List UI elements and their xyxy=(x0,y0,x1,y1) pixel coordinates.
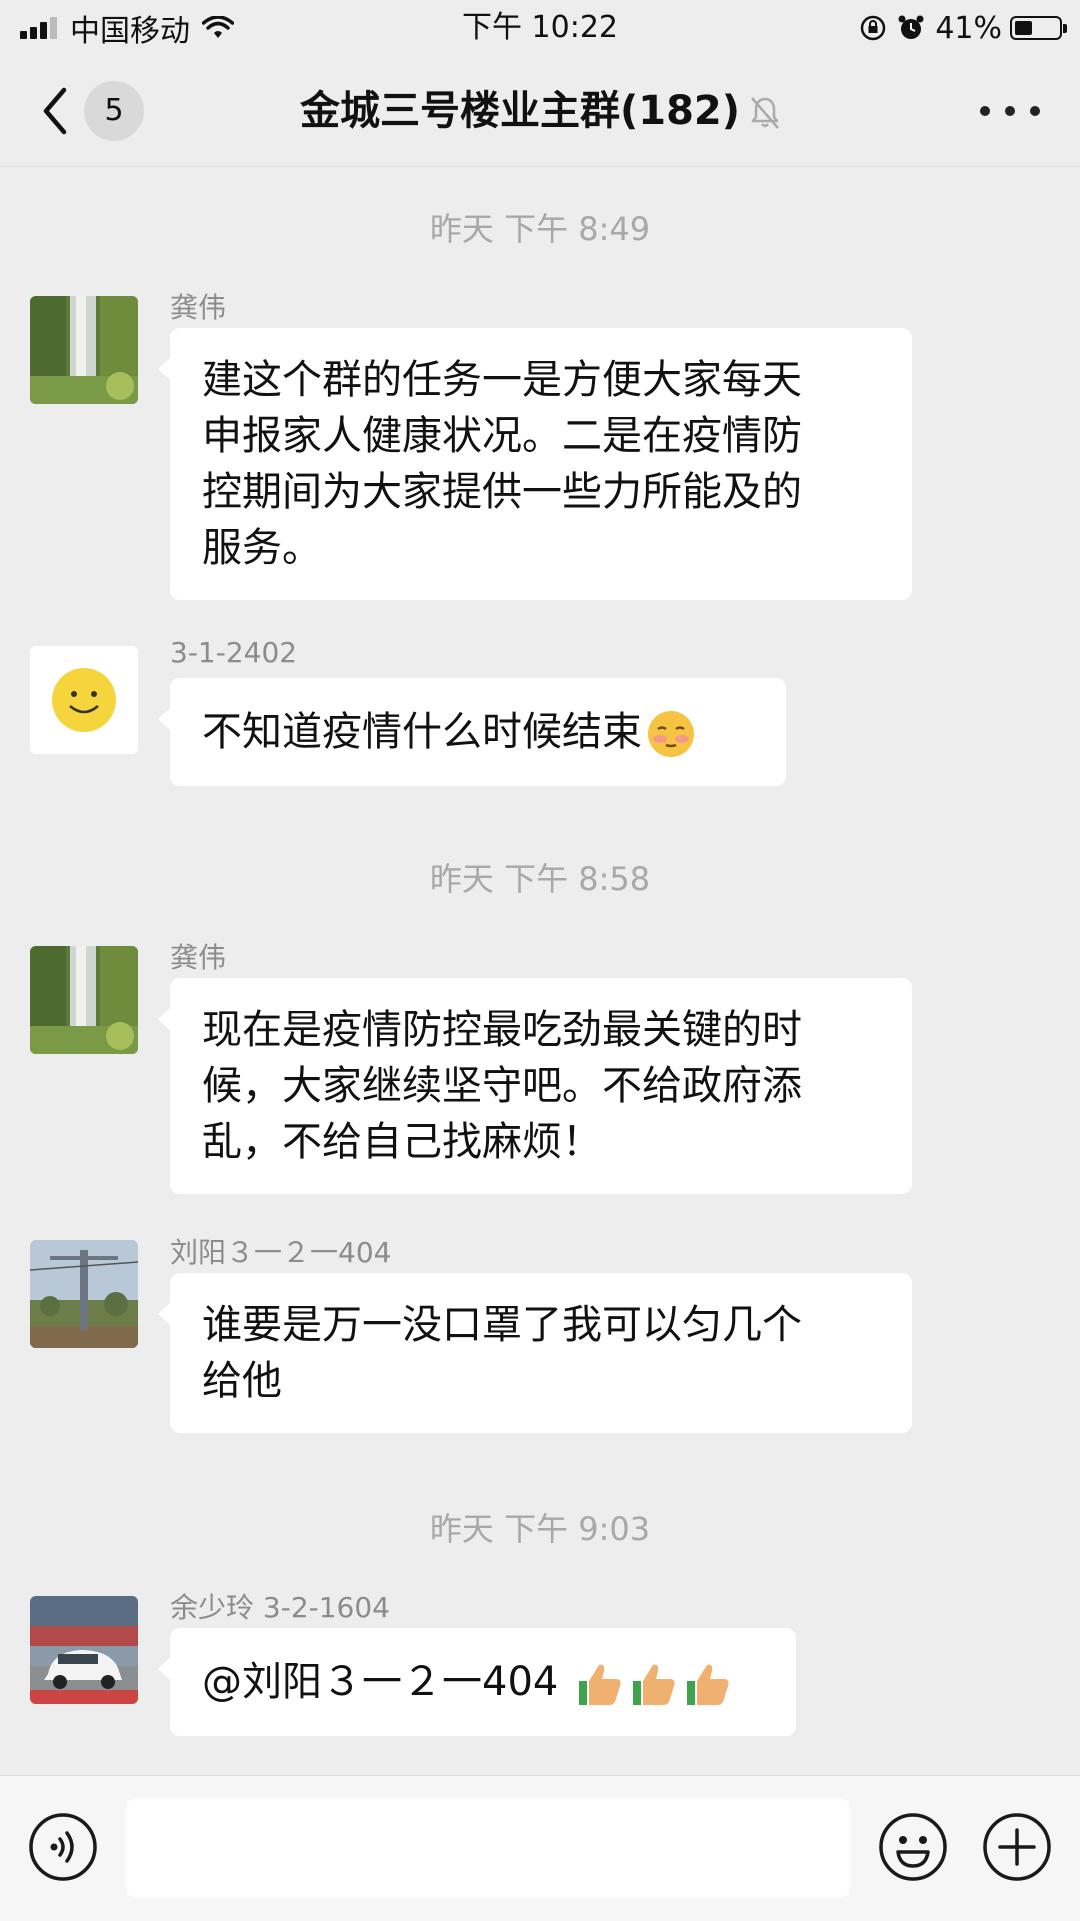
waterfall-avatar-image xyxy=(30,946,138,1054)
message-bubble[interactable]: 谁要是万一没口罩了我可以匀几个 给他 xyxy=(158,1273,912,1433)
cable-car-avatar-image xyxy=(30,1240,138,1348)
thumbs-up-icon xyxy=(687,1664,729,1705)
sender-name: 龚伟 xyxy=(170,941,227,974)
dot-icon xyxy=(980,106,990,116)
alarm-icon xyxy=(898,15,924,39)
emoji-button[interactable] xyxy=(878,1812,948,1882)
message-input[interactable] xyxy=(126,1798,850,1898)
avatar[interactable] xyxy=(30,1240,138,1348)
message-bubble[interactable]: @刘阳３一２一404 xyxy=(158,1628,796,1736)
status-bar: 中国移动 下午 10:22 41% xyxy=(0,0,1080,56)
white-car-avatar-image xyxy=(30,1596,138,1704)
waterfall-avatar-image xyxy=(30,296,138,404)
message-input-bar xyxy=(0,1775,1080,1921)
voice-icon xyxy=(29,1813,97,1881)
status-right: 41% xyxy=(859,8,1067,48)
sender-name: 龚伟 xyxy=(170,291,227,324)
avatar[interactable] xyxy=(30,946,138,1054)
battery-percent: 41% xyxy=(935,10,1002,46)
flushed-face-emoji-icon xyxy=(648,711,694,757)
message-text: 不知道疫情什么时候结束 xyxy=(202,709,642,755)
rotation-lock-icon xyxy=(861,15,886,41)
mute-bell-icon xyxy=(751,97,779,129)
emoji-icon xyxy=(879,1813,947,1881)
battery-tip xyxy=(1063,24,1067,33)
message-line: 建这个群的任务一是方便大家每天 xyxy=(202,357,802,403)
mention-text: @刘阳３一２一404 xyxy=(202,1659,572,1705)
message-line: 候，大家继续坚守吧。不给政府添 xyxy=(202,1063,802,1109)
thumbs-up-icon xyxy=(579,1664,621,1705)
sender-name: 余少玲 3-2-1604 xyxy=(170,1591,390,1624)
battery-level xyxy=(1015,21,1032,35)
battery-icon xyxy=(1010,16,1067,40)
more-options-button[interactable] xyxy=(980,96,1040,126)
smiley-face-avatar-image xyxy=(30,646,138,754)
message-line: 服务。 xyxy=(202,525,322,571)
message-bubble[interactable]: 建这个群的任务一是方便大家每天 申报家人健康状况。二是在疫情防 控期间为大家提供… xyxy=(158,328,912,600)
voice-input-button[interactable] xyxy=(28,1812,98,1882)
plus-icon xyxy=(983,1813,1051,1881)
message-line: 申报家人健康状况。二是在疫情防 xyxy=(202,413,802,459)
avatar[interactable] xyxy=(30,1596,138,1704)
sender-name: 3-1-2402 xyxy=(170,636,298,669)
message-line: 谁要是万一没口罩了我可以匀几个 xyxy=(202,1302,802,1348)
message-line: 现在是疫情防控最吃劲最关键的时 xyxy=(202,1007,802,1053)
dot-icon xyxy=(1030,106,1040,116)
message-bubble[interactable]: 现在是疫情防控最吃劲最关键的时 候，大家继续坚守吧。不给政府添 乱，不给自己找麻… xyxy=(158,978,912,1194)
sender-name: 刘阳３一２一404 xyxy=(170,1236,392,1269)
avatar[interactable] xyxy=(30,646,138,754)
message-bubble[interactable]: 不知道疫情什么时候结束 xyxy=(158,678,786,786)
dot-icon xyxy=(1005,106,1015,116)
page-title: 金城三号楼业主群(182) xyxy=(0,84,1080,138)
thumbs-up-icon xyxy=(633,1664,675,1705)
chat-title-text: 金城三号楼业主群(182) xyxy=(299,88,741,134)
chat-title-bar: 5 金城三号楼业主群(182) xyxy=(0,56,1080,167)
avatar[interactable] xyxy=(30,296,138,404)
message-timestamp: 昨天 下午 8:58 xyxy=(429,860,651,898)
message-timestamp: 昨天 下午 8:49 xyxy=(429,210,651,248)
more-functions-button[interactable] xyxy=(982,1812,1052,1882)
message-timestamp: 昨天 下午 9:03 xyxy=(429,1510,651,1548)
message-line: 给他 xyxy=(202,1358,282,1404)
message-line: 乱，不给自己找麻烦！ xyxy=(202,1119,602,1165)
message-line: 控期间为大家提供一些力所能及的 xyxy=(202,469,802,515)
